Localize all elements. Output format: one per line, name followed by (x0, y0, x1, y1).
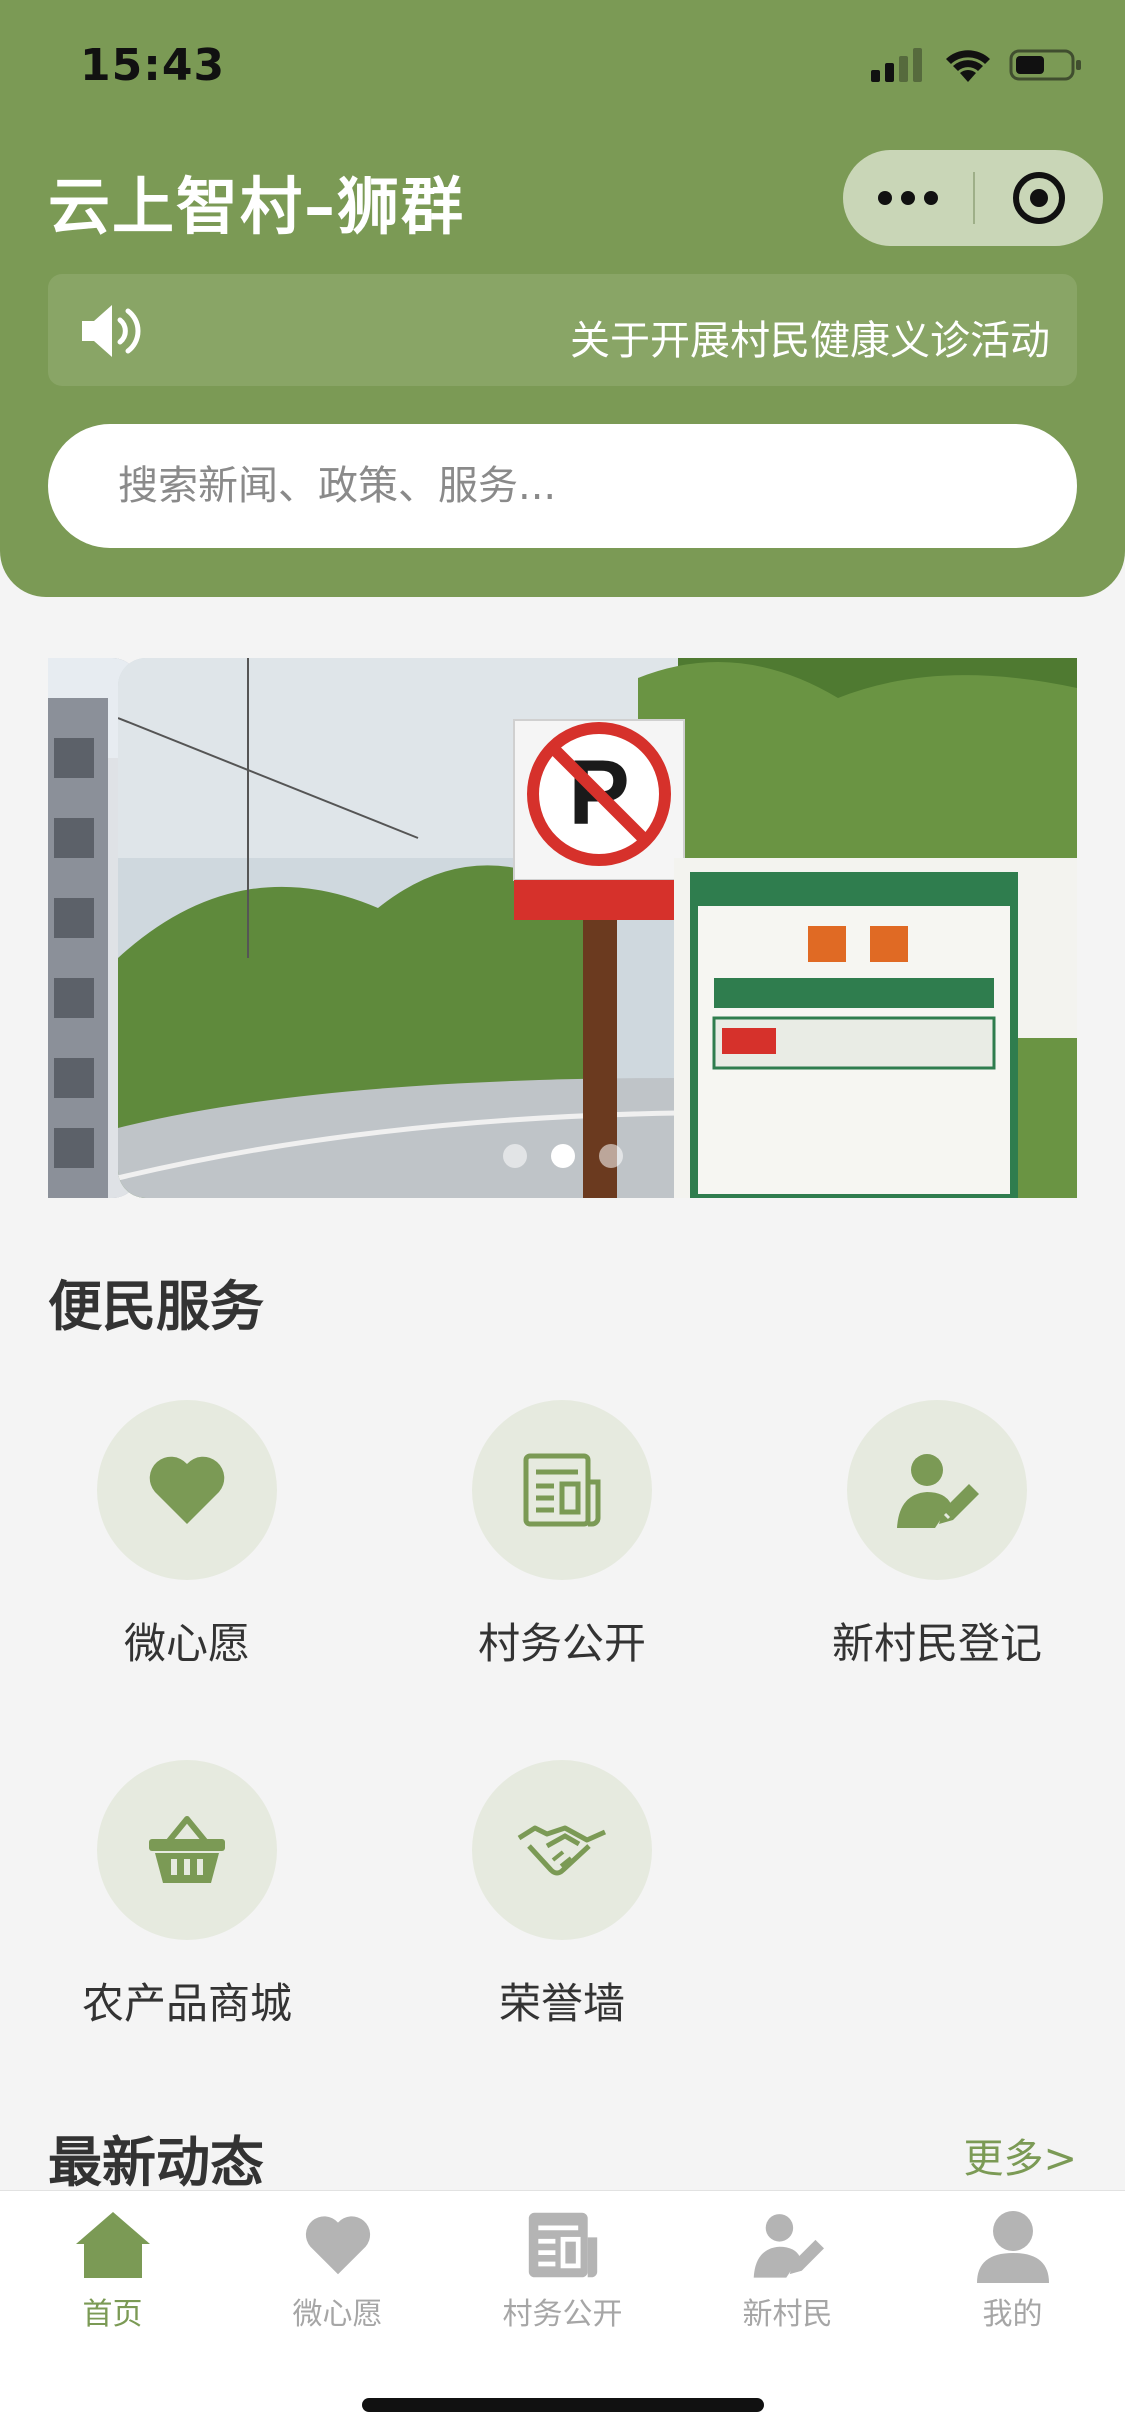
service-icon-circle (472, 1400, 652, 1580)
service-village-affairs[interactable]: 村务公开 (412, 1400, 712, 1671)
user-edit-icon (897, 1454, 979, 1528)
carousel-dot[interactable] (503, 1144, 527, 1168)
carousel-slide-current[interactable]: P (118, 658, 1077, 1198)
service-icon-circle (472, 1760, 652, 1940)
tab-new-resident[interactable]: 新村民 (675, 2203, 900, 2333)
user-icon (976, 2211, 1049, 2283)
service-honor-wall[interactable]: 荣誉墙 (412, 1760, 712, 2031)
carousel-dot[interactable] (599, 1144, 623, 1168)
home-indicator[interactable] (362, 2398, 764, 2412)
wifi-icon (946, 50, 990, 82)
carousel-dot-active[interactable] (551, 1144, 575, 1168)
status-time: 15:43 (80, 40, 226, 91)
tab-village-affairs[interactable]: 村务公开 (450, 2203, 675, 2333)
search-input[interactable] (118, 424, 1038, 548)
more-dot-icon (878, 191, 892, 205)
tab-label: 新村民 (742, 2297, 833, 2332)
handshake-icon (517, 1825, 607, 1876)
carousel-indicator (503, 1144, 623, 1168)
more-menu-button[interactable] (843, 150, 973, 246)
service-icon-circle (97, 1760, 277, 1940)
tab-mine[interactable]: 我的 (900, 2203, 1125, 2333)
service-wish[interactable]: 微心愿 (37, 1400, 337, 1671)
tab-label: 首页 (82, 2297, 143, 2332)
target-icon (1013, 172, 1065, 224)
service-label: 微心愿 (123, 1619, 250, 1668)
tab-label: 我的 (982, 2297, 1043, 2332)
bus-stop-photo: P (118, 658, 1077, 1198)
tab-wish[interactable]: 微心愿 (225, 2203, 450, 2333)
service-icon-circle (97, 1400, 277, 1580)
heart-icon (149, 1456, 225, 1524)
news-more-link[interactable]: 更多> (963, 2126, 1077, 2184)
service-label: 村务公开 (477, 1619, 646, 1668)
service-label: 农产品商城 (81, 1979, 292, 2028)
home-icon (75, 2212, 150, 2278)
speaker-icon (82, 305, 141, 357)
service-farm-shop[interactable]: 农产品商城 (37, 1760, 337, 2031)
tab-label: 村务公开 (502, 2297, 623, 2332)
news-title: 最新动态 (48, 2131, 264, 2194)
tab-label: 微心愿 (292, 2297, 383, 2332)
tab-home[interactable]: 首页 (0, 2203, 225, 2333)
header: 15:43 云上智村–狮群 关于开展村民健康义诊活动 搜索新闻、政策、服务... (0, 0, 1125, 597)
banner-carousel[interactable]: P (48, 658, 1077, 1198)
notice-text: 关于开展村民健康义诊活动 (570, 318, 1050, 364)
close-mini-program-button[interactable] (975, 150, 1103, 246)
service-new-resident[interactable]: 新村民登记 (787, 1400, 1087, 1671)
heart-icon (305, 2216, 370, 2275)
signal-icon (871, 48, 922, 82)
newspaper-icon (523, 1453, 601, 1527)
more-dot-icon (924, 191, 938, 205)
newspaper-icon (528, 2212, 597, 2278)
services-title: 便民服务 (48, 1275, 264, 1338)
battery-icon (1009, 49, 1081, 81)
search-bar[interactable] (48, 424, 1077, 548)
mini-program-capsule (843, 150, 1103, 246)
service-icon-circle (847, 1400, 1027, 1580)
app-title: 云上智村–狮群 (48, 170, 466, 243)
page: 15:43 云上智村–狮群 关于开展村民健康义诊活动 搜索新闻、政策、服务...… (0, 0, 1125, 2436)
basket-icon (149, 1816, 225, 1883)
service-label: 荣誉墙 (498, 1979, 625, 2028)
more-dot-icon (901, 191, 915, 205)
service-label: 新村民登记 (831, 1619, 1042, 1668)
notice-bar[interactable]: 关于开展村民健康义诊活动 (48, 274, 1077, 386)
status-icons (871, 48, 1083, 82)
user-edit-icon (753, 2214, 824, 2278)
